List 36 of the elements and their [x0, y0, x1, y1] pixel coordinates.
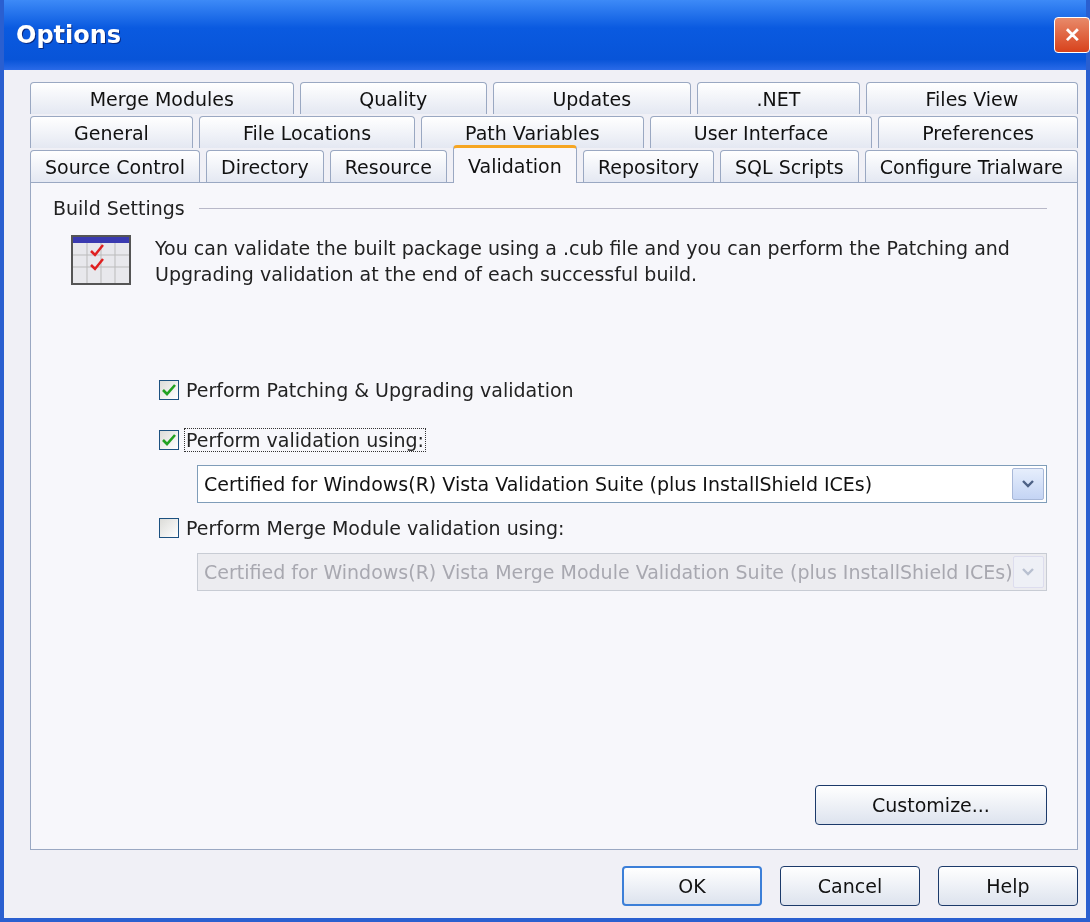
- dropdown[interactable]: Certified for Windows(R) Vista Validation Suite (plus InstallShield ICEs): [197, 465, 1047, 503]
- description-text: You can validate the built package using a .cub file and you can perform the Patching and Upgrading validation at the end of each successful build.: [155, 236, 1011, 287]
- tab[interactable]: Directory: [206, 150, 324, 182]
- checkbox[interactable]: [159, 380, 179, 400]
- tab[interactable]: General: [30, 116, 193, 148]
- tab[interactable]: File Locations: [198, 116, 416, 148]
- caret-icon: [1022, 480, 1034, 488]
- dialog-button[interactable]: OK: [622, 866, 762, 906]
- tab[interactable]: Configure Trialware: [864, 150, 1078, 182]
- group-title: Build Settings: [53, 197, 185, 219]
- checkbox[interactable]: [159, 430, 179, 450]
- tab[interactable]: Preferences: [878, 116, 1078, 148]
- checkbox-label[interactable]: Perform Merge Module validation using:: [185, 517, 566, 539]
- tab[interactable]: Quality: [299, 82, 487, 114]
- checklist-icon: [71, 235, 131, 285]
- dialog-button[interactable]: Help: [938, 866, 1078, 906]
- tab[interactable]: Validation: [452, 145, 577, 183]
- check-icon: [162, 434, 176, 446]
- caret-icon: [1022, 568, 1035, 576]
- checkbox-label[interactable]: Perform Patching & Upgrading validation: [185, 379, 575, 401]
- checkbox-label[interactable]: Perform validation using:: [185, 429, 425, 451]
- tab[interactable]: Resource: [329, 150, 447, 182]
- tab[interactable]: Source Control: [30, 150, 201, 182]
- tab[interactable]: Path Variables: [421, 116, 644, 148]
- tab[interactable]: .NET: [696, 82, 860, 114]
- checkbox[interactable]: [159, 518, 179, 538]
- tab[interactable]: Updates: [492, 82, 691, 114]
- tab[interactable]: Repository: [582, 150, 714, 182]
- customize-button[interactable]: Customize...: [815, 785, 1047, 825]
- tab[interactable]: Merge Modules: [30, 82, 294, 114]
- dialog-button[interactable]: Cancel: [780, 866, 920, 906]
- tab[interactable]: Files View: [865, 82, 1078, 114]
- window-title: Options: [16, 21, 122, 49]
- check-icon: [162, 384, 176, 396]
- tab[interactable]: SQL Scripts: [719, 150, 859, 182]
- tab[interactable]: User Interface: [649, 116, 873, 148]
